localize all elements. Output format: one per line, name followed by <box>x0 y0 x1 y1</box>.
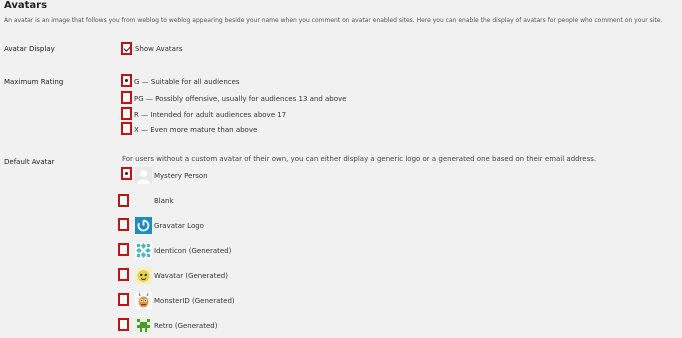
monsterid-icon <box>135 292 152 309</box>
avatar-radio-monsterid[interactable] <box>118 293 129 306</box>
section-title: Avatars <box>4 0 48 11</box>
rating-label-x[interactable]: X — Even more mature than above <box>134 126 257 134</box>
avatar-label-wavatar[interactable]: Wavatar (Generated) <box>154 272 228 280</box>
avatar-label-retro[interactable]: Retro (Generated) <box>154 322 217 330</box>
identicon-icon <box>135 242 152 259</box>
avatar-label-gravatar-logo[interactable]: Gravatar Logo <box>154 222 204 230</box>
avatar-radio-retro[interactable] <box>118 318 129 331</box>
avatar-radio-identicon[interactable] <box>118 243 129 256</box>
avatar-label-monsterid[interactable]: MonsterID (Generated) <box>154 297 235 305</box>
wavatar-icon <box>135 267 152 284</box>
rating-label-pg[interactable]: PG — Possibly offensive, usually for aud… <box>134 95 346 103</box>
retro-icon <box>135 317 152 334</box>
blank-avatar-icon <box>135 192 152 209</box>
avatar-radio-mystery-person[interactable] <box>121 167 132 180</box>
avatar-label-mystery-person[interactable]: Mystery Person <box>154 172 208 180</box>
section-intro: An avatar is an image that follows you f… <box>4 17 663 24</box>
rating-label-r[interactable]: R — Intended for adult audiences above 1… <box>134 111 286 119</box>
rating-radio-r[interactable] <box>121 107 132 120</box>
default-avatar-label: Default Avatar <box>4 158 55 166</box>
avatar-label-identicon[interactable]: Identicon (Generated) <box>154 247 231 255</box>
show-avatars-checkbox[interactable] <box>121 42 132 55</box>
show-avatars-label[interactable]: Show Avatars <box>135 45 182 53</box>
rating-label-g[interactable]: G — Suitable for all audiences <box>134 78 240 86</box>
avatar-label-blank[interactable]: Blank <box>154 197 174 205</box>
rating-radio-pg[interactable] <box>121 91 132 104</box>
mystery-person-icon <box>135 167 152 184</box>
maximum-rating-label: Maximum Rating <box>4 78 64 86</box>
avatar-radio-blank[interactable] <box>118 194 129 207</box>
rating-radio-g[interactable] <box>121 74 132 87</box>
rating-radio-x[interactable] <box>121 122 132 135</box>
avatar-display-label: Avatar Display <box>4 45 55 53</box>
avatar-radio-gravatar-logo[interactable] <box>118 218 129 231</box>
default-avatar-description: For users without a custom avatar of the… <box>122 155 597 163</box>
avatar-radio-wavatar[interactable] <box>118 268 129 281</box>
gravatar-logo-icon <box>135 217 152 234</box>
